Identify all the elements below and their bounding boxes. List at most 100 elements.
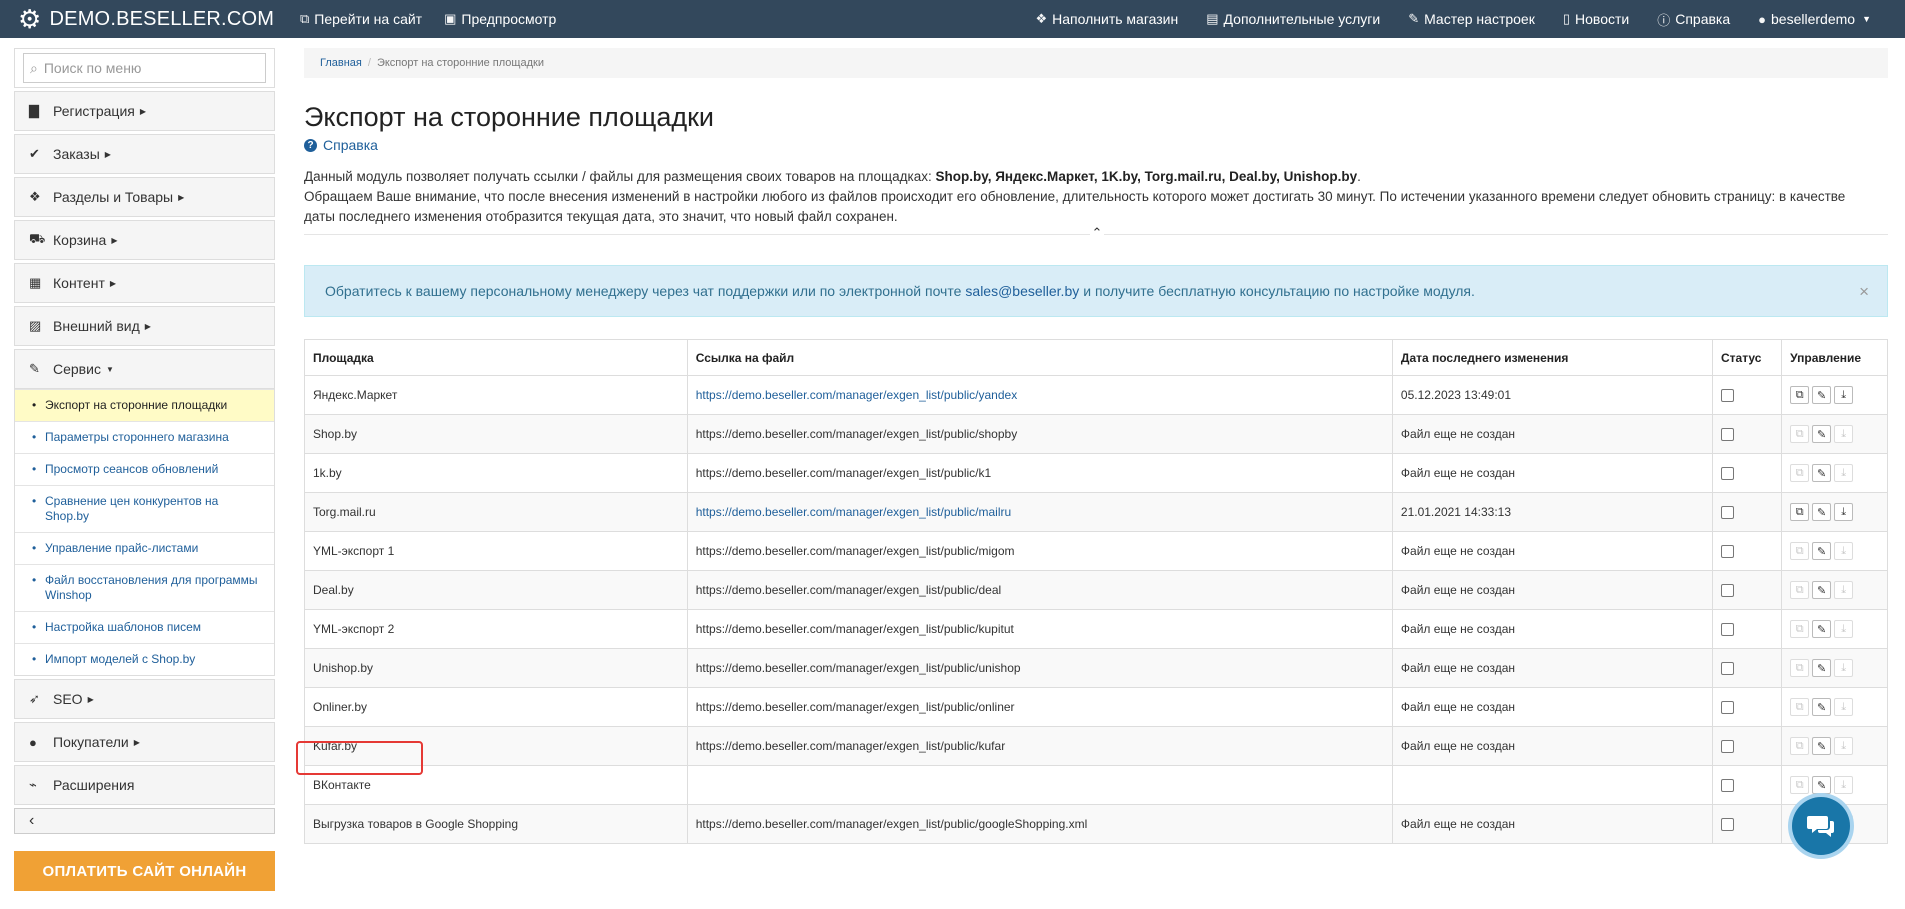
chevron-up-icon[interactable]: ⌃ <box>1090 226 1104 240</box>
copy-icon[interactable]: ⧉ <box>1790 776 1810 794</box>
download-icon[interactable]: ⤓ <box>1834 542 1854 560</box>
breadcrumb-separator: / <box>367 57 371 69</box>
brand[interactable]: ⚙ DEMO.BESELLER.COM <box>0 6 300 32</box>
extra-services-link[interactable]: ▤ Дополнительные услуги <box>1206 10 1380 29</box>
user-menu[interactable]: ● besellerdemo ▼ <box>1758 10 1871 29</box>
sidebar-item-seo[interactable]: ➶ SEO ▶ <box>14 679 275 719</box>
submenu-price-lists[interactable]: Управление прайс-листами <box>15 532 274 564</box>
sidebar-item-label: Расширения <box>53 777 135 793</box>
table-row: YML-экспорт 1 https://demo.beseller.com/m… <box>304 531 1888 571</box>
help-link-top[interactable]: ⓘ Справка <box>1657 10 1730 29</box>
edit-icon[interactable]: ✎ <box>1812 581 1832 599</box>
info-icon: ⓘ <box>1657 12 1671 28</box>
copy-icon[interactable]: ⧉ <box>1790 581 1810 599</box>
status-checkbox[interactable] <box>1721 467 1735 481</box>
header-platform: Площадка <box>304 339 688 376</box>
edit-icon[interactable]: ✎ <box>1812 503 1832 521</box>
submenu-third-party-params[interactable]: Параметры стороннего магазина <box>15 421 274 453</box>
download-icon[interactable]: ⤓ <box>1834 503 1854 521</box>
submenu-price-compare[interactable]: Сравнение цен конкурентов на Shop.by <box>15 485 274 532</box>
gear-icon: ⚙ <box>18 4 42 34</box>
edit-icon[interactable]: ✎ <box>1812 464 1832 482</box>
sidebar-item-label: Покупатели <box>53 734 129 750</box>
status-checkbox[interactable] <box>1721 740 1735 754</box>
download-icon[interactable]: ⤓ <box>1834 659 1854 677</box>
download-icon[interactable]: ⤓ <box>1834 464 1854 482</box>
go-to-site-link[interactable]: ⧉ Перейти на сайт <box>300 11 422 27</box>
download-icon[interactable]: ⤓ <box>1834 425 1854 443</box>
sidebar-item-content[interactable]: ▦ Контент ▶ <box>14 263 275 303</box>
status-checkbox[interactable] <box>1721 662 1735 676</box>
breadcrumb-home[interactable]: Главная <box>320 57 362 69</box>
menu-search-input[interactable]: ⌕ Поиск по меню <box>23 53 266 83</box>
download-icon[interactable]: ⤓ <box>1834 581 1854 599</box>
cell-status <box>1712 726 1783 766</box>
news-link[interactable]: ▯ Новости <box>1563 10 1629 29</box>
cell-platform: Unishop.by <box>304 648 688 688</box>
edit-icon[interactable]: ✎ <box>1812 542 1832 560</box>
download-icon[interactable]: ⤓ <box>1834 698 1854 716</box>
edit-icon[interactable]: ✎ <box>1812 620 1832 638</box>
copy-icon[interactable]: ⧉ <box>1790 698 1810 716</box>
alert-email-link[interactable]: sales@beseller.by <box>965 283 1079 299</box>
edit-icon[interactable]: ✎ <box>1812 425 1832 443</box>
edit-icon[interactable]: ✎ <box>1812 386 1832 404</box>
pay-online-button[interactable]: ОПЛАТИТЬ САЙТ ОНЛАЙН <box>14 851 275 891</box>
cell-status <box>1712 414 1783 454</box>
edit-icon[interactable]: ✎ <box>1812 737 1832 755</box>
sidebar-collapse-button[interactable]: ‹ <box>14 808 275 834</box>
cell-file-link[interactable]: https://demo.beseller.com/manager/exgen_… <box>686 375 1393 415</box>
submenu-import-models[interactable]: Импорт моделей с Shop.by <box>15 643 274 675</box>
status-checkbox[interactable] <box>1721 545 1735 559</box>
cell-file-link[interactable]: https://demo.beseller.com/manager/exgen_… <box>686 492 1393 532</box>
grid-icon: ▦ <box>29 275 42 290</box>
copy-icon[interactable]: ⧉ <box>1790 503 1810 521</box>
cell-last-modified: Файл еще не создан <box>1391 609 1714 649</box>
download-icon[interactable]: ⤓ <box>1834 620 1854 638</box>
copy-icon[interactable]: ⧉ <box>1790 620 1810 638</box>
edit-icon[interactable]: ✎ <box>1812 698 1832 716</box>
copy-icon[interactable]: ⧉ <box>1790 737 1810 755</box>
cell-status <box>1712 609 1783 649</box>
submenu-export-platforms[interactable]: Экспорт на сторонние площадки <box>15 389 274 421</box>
edit-icon[interactable]: ✎ <box>1812 776 1832 794</box>
status-checkbox[interactable] <box>1721 818 1735 832</box>
sidebar-item-catalog[interactable]: ❖ Разделы и Товары ▶ <box>14 177 275 217</box>
status-checkbox[interactable] <box>1721 506 1735 520</box>
help-link[interactable]: ? Справка <box>304 137 1888 153</box>
preview-link[interactable]: ▣ Предпросмотр <box>444 11 556 27</box>
status-checkbox[interactable] <box>1721 779 1735 793</box>
status-checkbox[interactable] <box>1721 584 1735 598</box>
submenu-update-sessions[interactable]: Просмотр сеансов обновлений <box>15 453 274 485</box>
fill-store-link[interactable]: ❖ Наполнить магазин <box>1036 10 1179 29</box>
plug-icon: ⌁ <box>29 777 37 792</box>
cell-file-link <box>686 765 1393 805</box>
submenu-winshop-restore[interactable]: Файл восстановления для программы Winsho… <box>15 564 274 611</box>
sidebar-item-appearance[interactable]: ▨ Внешний вид ▶ <box>14 306 275 346</box>
sidebar-item-cart[interactable]: ⛟ Корзина ▶ <box>14 220 275 260</box>
copy-icon[interactable]: ⧉ <box>1790 425 1810 443</box>
close-icon[interactable]: × <box>1859 282 1869 302</box>
sidebar-item-orders[interactable]: ✔ Заказы ▶ <box>14 134 275 174</box>
copy-icon[interactable]: ⧉ <box>1790 464 1810 482</box>
download-icon[interactable]: ⤓ <box>1834 386 1854 404</box>
cell-last-modified: Файл еще не создан <box>1391 414 1714 454</box>
status-checkbox[interactable] <box>1721 623 1735 637</box>
sidebar-item-service[interactable]: ✎ Сервис ▼ <box>14 349 275 389</box>
sidebar-item-extensions[interactable]: ⌁ Расширения <box>14 765 275 805</box>
copy-icon[interactable]: ⧉ <box>1790 386 1810 404</box>
submenu-email-templates[interactable]: Настройка шаблонов писем <box>15 611 274 643</box>
copy-icon[interactable]: ⧉ <box>1790 659 1810 677</box>
main-content: Главная / Экспорт на сторонние площадки … <box>304 48 1888 844</box>
download-icon[interactable]: ⤓ <box>1834 737 1854 755</box>
download-icon[interactable]: ⤓ <box>1834 776 1854 794</box>
edit-icon[interactable]: ✎ <box>1812 659 1832 677</box>
status-checkbox[interactable] <box>1721 389 1735 403</box>
status-checkbox[interactable] <box>1721 701 1735 715</box>
setup-wizard-link[interactable]: ✎ Мастер настроек <box>1408 10 1535 29</box>
chat-button[interactable] <box>1792 797 1850 855</box>
sidebar-item-registration[interactable]: ▇ Регистрация ▶ <box>14 91 275 131</box>
status-checkbox[interactable] <box>1721 428 1735 442</box>
sidebar-item-customers[interactable]: ● Покупатели ▶ <box>14 722 275 762</box>
copy-icon[interactable]: ⧉ <box>1790 542 1810 560</box>
